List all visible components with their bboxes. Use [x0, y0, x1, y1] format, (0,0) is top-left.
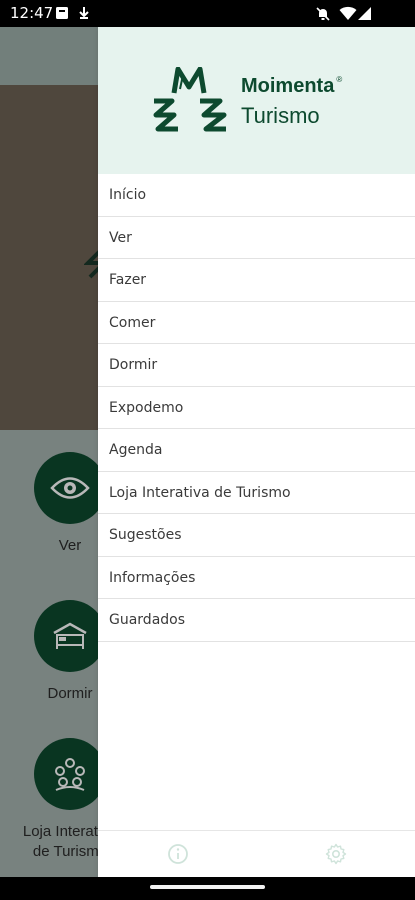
- drawer-footer: [98, 830, 415, 877]
- menu-item-fazer[interactable]: Fazer: [98, 259, 415, 302]
- drawer-menu: Início Ver Fazer Comer Dormir Expodemo A…: [98, 174, 415, 642]
- download-icon: [78, 6, 90, 24]
- registered-mark: ®: [336, 75, 343, 84]
- brand-name: Moimenta ®: [241, 75, 343, 97]
- menu-item-comer[interactable]: Comer: [98, 302, 415, 344]
- notification-icon: [55, 6, 69, 24]
- menu-item-inicio[interactable]: Início: [98, 174, 415, 217]
- menu-item-loja[interactable]: Loja Interativa de Turismo: [98, 472, 415, 514]
- status-bar: 12:47: [0, 0, 415, 27]
- menu-item-ver[interactable]: Ver: [98, 217, 415, 259]
- signal-icon: [358, 6, 372, 25]
- system-navigation-bar: [0, 877, 415, 900]
- wifi-icon: [339, 6, 357, 25]
- navigation-drawer: Moimenta ® Turismo Início Ver Fazer Comer…: [98, 27, 415, 877]
- info-icon[interactable]: [166, 842, 190, 866]
- status-time: 12:47: [10, 4, 54, 22]
- brand-logo-icon: [150, 66, 228, 138]
- menu-item-sugestoes[interactable]: Sugestões: [98, 514, 415, 557]
- menu-item-informacoes[interactable]: Informações: [98, 557, 415, 599]
- brand-subtitle: Turismo: [241, 103, 320, 128]
- settings-icon[interactable]: [324, 842, 348, 866]
- menu-item-dormir[interactable]: Dormir: [98, 344, 415, 387]
- mute-icon: [315, 6, 331, 26]
- home-handle[interactable]: [150, 885, 265, 889]
- menu-item-expodemo[interactable]: Expodemo: [98, 387, 415, 429]
- menu-item-agenda[interactable]: Agenda: [98, 429, 415, 472]
- drawer-header: Moimenta ® Turismo: [98, 27, 415, 174]
- menu-item-guardados[interactable]: Guardados: [98, 599, 415, 642]
